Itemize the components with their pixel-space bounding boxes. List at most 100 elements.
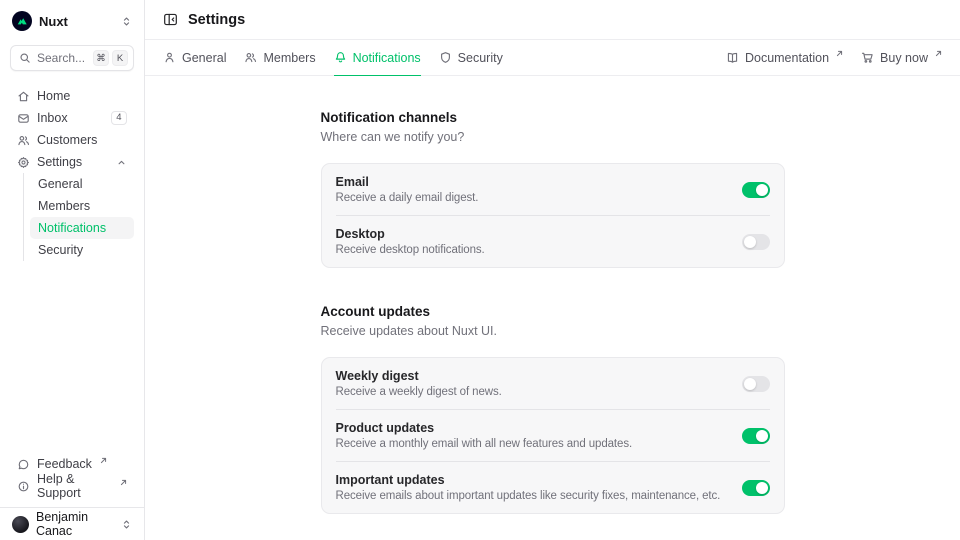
- action-label: Documentation: [745, 51, 829, 65]
- page-title: Settings: [188, 12, 245, 28]
- cart-icon: [861, 51, 874, 64]
- tab-label: Security: [458, 51, 503, 65]
- kbd-cmd: ⌘: [93, 50, 109, 66]
- setting-row-weekly-digest: Weekly digest Receive a weekly digest of…: [336, 358, 770, 409]
- chat-bubble-icon: [17, 458, 30, 471]
- sidebar-item-label: Feedback: [37, 457, 92, 471]
- section-title: Notification channels: [321, 110, 785, 125]
- bell-icon: [334, 51, 347, 64]
- buy-now-button[interactable]: Buy now: [861, 51, 942, 65]
- settings-subnav: General Members Notifications Security: [23, 173, 134, 261]
- setting-row-product-updates: Product updates Receive a monthly email …: [336, 409, 770, 461]
- info-circle-icon: [17, 480, 30, 493]
- section-description: Receive updates about Nuxt UI.: [321, 324, 785, 338]
- sidebar-footer-nav: Feedback Help & Support: [10, 453, 134, 497]
- section-account-updates: Account updates Receive updates about Nu…: [321, 304, 785, 514]
- tabbar-actions: Documentation Buy now: [726, 51, 942, 65]
- settings-tabbar: General Members Notifications Security: [145, 40, 960, 76]
- search-placeholder: Search...: [37, 51, 85, 65]
- sidebar-nav: Home Inbox 4 Customers Settings: [10, 85, 134, 261]
- tab-notifications[interactable]: Notifications: [334, 40, 421, 75]
- sidebar-item-home[interactable]: Home: [10, 85, 134, 107]
- setting-title: Product updates: [336, 421, 730, 435]
- users-icon: [17, 134, 30, 147]
- sidebar-item-general[interactable]: General: [30, 173, 134, 195]
- tab-label: General: [182, 51, 226, 65]
- sidebar-item-label: Notifications: [38, 221, 106, 235]
- email-toggle[interactable]: [742, 182, 770, 198]
- sidebar-item-inbox[interactable]: Inbox 4: [10, 107, 134, 129]
- setting-title: Important updates: [336, 473, 730, 487]
- external-link-icon: [120, 479, 127, 486]
- chevron-select-icon: [121, 519, 132, 530]
- tab-security[interactable]: Security: [439, 40, 503, 75]
- section-description: Where can we notify you?: [321, 130, 785, 144]
- sidebar-item-label: Settings: [37, 155, 82, 169]
- page-header: Settings: [145, 0, 960, 40]
- gear-icon: [17, 156, 30, 169]
- tab-members[interactable]: Members: [244, 40, 315, 75]
- search-input[interactable]: Search... ⌘ K: [10, 45, 134, 71]
- setting-row-desktop: Desktop Receive desktop notifications.: [336, 215, 770, 267]
- chevron-up-icon: [116, 157, 127, 168]
- inbox-count-badge: 4: [111, 111, 127, 126]
- settings-card: Email Receive a daily email digest. Desk…: [321, 163, 785, 268]
- setting-description: Receive a monthly email with all new fea…: [336, 438, 730, 450]
- important-updates-toggle[interactable]: [742, 480, 770, 496]
- user-name: Benjamin Canac: [36, 510, 114, 538]
- setting-description: Receive emails about important updates l…: [336, 490, 730, 502]
- sidebar-item-label: Customers: [37, 133, 97, 147]
- sidebar-item-settings[interactable]: Settings: [10, 151, 134, 173]
- sidebar-item-label: Help & Support: [37, 472, 112, 500]
- tab-general[interactable]: General: [163, 40, 226, 75]
- kbd-k: K: [112, 50, 128, 66]
- collapse-sidebar-icon[interactable]: [163, 12, 178, 27]
- sidebar-item-help-support[interactable]: Help & Support: [10, 475, 134, 497]
- sidebar-item-customers[interactable]: Customers: [10, 129, 134, 151]
- inbox-icon: [17, 112, 30, 125]
- section-notification-channels: Notification channels Where can we notif…: [321, 110, 785, 268]
- book-open-icon: [726, 51, 739, 64]
- setting-title: Email: [336, 175, 730, 189]
- external-link-icon: [100, 457, 107, 464]
- sidebar-item-label: Home: [37, 89, 70, 103]
- sidebar-item-label: Security: [38, 243, 83, 257]
- app-window: Nuxt Search... ⌘ K Home: [0, 0, 960, 540]
- sidebar-item-members[interactable]: Members: [30, 195, 134, 217]
- setting-description: Receive desktop notifications.: [336, 244, 730, 256]
- settings-card: Weekly digest Receive a weekly digest of…: [321, 357, 785, 514]
- sidebar-item-label: Members: [38, 199, 90, 213]
- setting-description: Receive a weekly digest of news.: [336, 386, 730, 398]
- sidebar-item-notifications[interactable]: Notifications: [30, 217, 134, 239]
- users-icon: [244, 51, 257, 64]
- sidebar-item-security[interactable]: Security: [30, 239, 134, 261]
- external-link-icon: [836, 50, 843, 57]
- home-icon: [17, 90, 30, 103]
- documentation-button[interactable]: Documentation: [726, 51, 843, 65]
- search-shortcut: ⌘ K: [93, 50, 128, 66]
- tab-label: Notifications: [353, 51, 421, 65]
- avatar: [12, 516, 29, 533]
- setting-row-email: Email Receive a daily email digest.: [336, 164, 770, 215]
- chevron-select-icon: [121, 16, 132, 27]
- shield-icon: [439, 51, 452, 64]
- setting-row-important-updates: Important updates Receive emails about i…: [336, 461, 770, 513]
- sidebar-item-label: General: [38, 177, 82, 191]
- person-icon: [163, 51, 176, 64]
- user-menu[interactable]: Benjamin Canac: [10, 508, 134, 540]
- section-title: Account updates: [321, 304, 785, 319]
- workspace-name: Nuxt: [39, 14, 68, 29]
- external-link-icon: [935, 50, 942, 57]
- action-label: Buy now: [880, 51, 928, 65]
- weekly-digest-toggle[interactable]: [742, 376, 770, 392]
- main-panel: Settings General Members Notifications: [145, 0, 960, 540]
- workspace-switcher[interactable]: Nuxt: [10, 9, 134, 33]
- sidebar-item-label: Inbox: [37, 111, 68, 125]
- search-icon: [19, 52, 31, 64]
- setting-title: Weekly digest: [336, 369, 730, 383]
- setting-title: Desktop: [336, 227, 730, 241]
- nuxt-logo-icon: [12, 11, 32, 31]
- product-updates-toggle[interactable]: [742, 428, 770, 444]
- desktop-toggle[interactable]: [742, 234, 770, 250]
- settings-content: Notification channels Where can we notif…: [145, 76, 960, 540]
